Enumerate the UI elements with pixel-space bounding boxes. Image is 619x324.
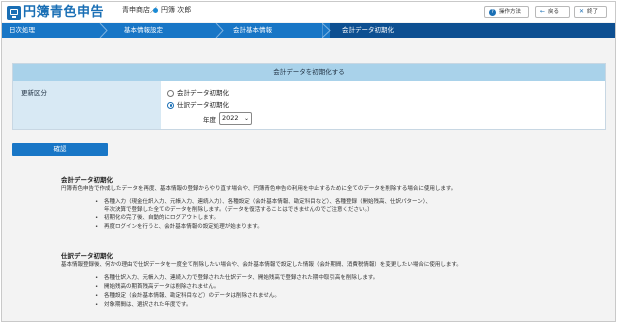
radio-on-icon[interactable] — [167, 101, 174, 109]
section-intro: 基本情報登録後、何かの理由で仕訳データを一度全て削除したい場合や、会計基本情報で… — [61, 262, 462, 268]
bullet-icon: • — [95, 199, 99, 205]
section-title-accounting: 会計データ初期化 — [61, 176, 113, 184]
bullet-text-cont: 年次決算で登録した全てのデータを削除します。（データを復活することはできませんの… — [104, 207, 373, 213]
field-label: 更新区分 — [21, 89, 47, 97]
bullet-icon: • — [95, 275, 99, 281]
step-accounting-basics[interactable]: 会計基本情報 — [233, 23, 272, 38]
radio-label: 仕訳データ初期化 — [177, 101, 229, 109]
app-title: 円簿青色申告 — [23, 5, 105, 20]
shop-name: 青申商店／ — [122, 6, 157, 14]
panel-title: 会計データを初期化する — [13, 64, 605, 81]
radio-accounting-init[interactable]: 会計データ初期化 — [167, 89, 229, 97]
bullet-icon: • — [95, 293, 99, 299]
back-button[interactable]: ← 戻る — [535, 6, 570, 18]
help-button[interactable]: ? 操作方法 — [484, 6, 529, 18]
year-select[interactable]: 2022 ⌄ — [219, 112, 252, 125]
close-icon: ✕ — [579, 8, 585, 15]
year-label: 年度 — [203, 116, 216, 124]
confirm-button[interactable]: 確認 — [12, 143, 108, 156]
close-button[interactable]: ✕ 終了 — [574, 6, 607, 18]
app-frame — [1, 1, 616, 322]
logo-icon — [7, 5, 21, 20]
section-intro: 円簿青色申告で作成したデータを再度、基本情報の登録からやり直す場合や、円簿青色申… — [61, 186, 457, 192]
bullet-text: 初期化の完了後、自動的にログアウトします。 — [104, 215, 219, 221]
bullet-text: 対象期間は、選択された年度です。 — [104, 302, 192, 308]
bullet-text: 各種仕訳入力、元帳入力、連続入力で登録された仕訳データ、開始残高で登録された期中… — [104, 275, 379, 281]
bullet-icon: • — [95, 224, 99, 230]
year-value: 2022 — [222, 114, 239, 122]
step-navigation: 日次処理 基本情報設定 会計基本情報 会計データ初期化 — [2, 23, 615, 38]
close-label: 終了 — [587, 9, 599, 15]
arrow-left-icon: ← — [540, 8, 546, 15]
user-name: 円簿 次郎 — [161, 6, 192, 14]
bullet-text: 各種設定（会計基本情報、勘定科目など）のデータは削除されません。 — [104, 293, 280, 299]
bullet-text: 再度ログインを行うと、会計基本情報の設定処理が始まります。 — [104, 224, 263, 230]
initialization-panel: 会計データを初期化する 更新区分 — [12, 63, 606, 130]
radio-label: 会計データ初期化 — [177, 89, 229, 97]
bullet-text: 各種入力（現金仕訳入力、元帳入力、連続入力）、各種設定（会計基本情報、勘定科目な… — [104, 199, 431, 205]
step-separator-icon — [99, 23, 109, 38]
step-data-initialization: 会計データ初期化 — [342, 26, 394, 34]
bullet-icon: • — [95, 302, 99, 308]
back-label: 戻る — [548, 9, 560, 15]
radio-journal-init[interactable]: 仕訳データ初期化 — [167, 101, 229, 109]
help-label: 操作方法 — [499, 9, 522, 15]
bullet-text: 開始残高の期首残高データは削除されません。 — [104, 284, 220, 290]
section-title-journal: 仕訳データ初期化 — [61, 252, 113, 260]
step-basic-settings[interactable]: 基本情報設定 — [124, 23, 163, 38]
bullet-icon: • — [95, 284, 99, 290]
step-daily-processing[interactable]: 日次処理 — [9, 23, 35, 38]
chevron-down-icon: ⌄ — [243, 115, 249, 122]
question-icon: ? — [489, 8, 496, 16]
user-status-icon — [153, 8, 158, 13]
step-separator-icon — [322, 23, 332, 38]
step-separator-icon — [215, 23, 225, 38]
bullet-icon: • — [95, 215, 99, 221]
app-logo: 円簿青色申告 — [7, 5, 104, 20]
field-label-cell: 更新区分 — [13, 81, 161, 129]
radio-off-icon[interactable] — [167, 89, 174, 97]
